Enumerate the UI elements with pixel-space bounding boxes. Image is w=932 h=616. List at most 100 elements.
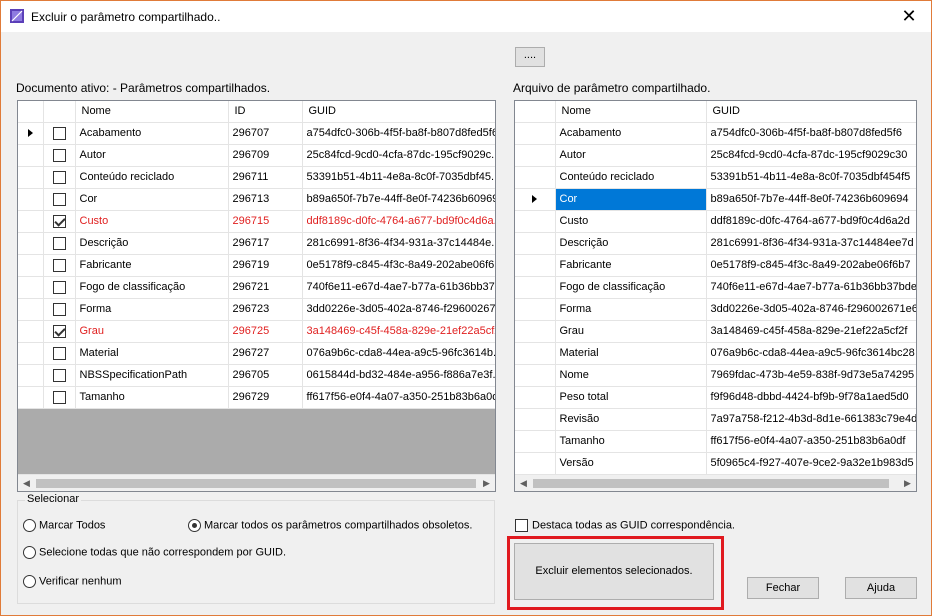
cell-guid[interactable]: ddf8189c-d0fc-4764-a677-bd9f0c4d6a2d bbox=[706, 210, 916, 233]
cell-name[interactable]: Custo bbox=[75, 210, 229, 233]
cell-name[interactable]: Grau bbox=[555, 320, 707, 343]
table-row[interactable]: Nome 7969fdac-473b-4e59-838f-9d73e5a74295 bbox=[515, 364, 916, 387]
cell-name[interactable]: Forma bbox=[555, 298, 707, 321]
row-checkbox[interactable] bbox=[52, 148, 66, 162]
cell-name[interactable]: Fogo de classificação bbox=[555, 276, 707, 299]
table-row[interactable]: Cor b89a650f-7b7e-44ff-8e0f-74236b609694 bbox=[515, 188, 916, 211]
cell-name[interactable]: Versão bbox=[555, 452, 707, 475]
cell-guid[interactable]: 3dd0226e-3d05-402a-8746-f296002671e6 bbox=[706, 298, 916, 321]
scroll-left-icon[interactable]: ◀ bbox=[18, 475, 35, 491]
cell-guid[interactable]: a754dfc0-306b-4f5f-ba8f-b807d8fed5f6 bbox=[302, 122, 495, 145]
table-row[interactable]: Tamanho ff617f56-e0f4-4a07-a350-251b83b6a… bbox=[515, 430, 916, 453]
row-header[interactable] bbox=[18, 210, 44, 233]
cell-name[interactable]: Autor bbox=[75, 144, 229, 167]
table-row[interactable]: Material 076a9b6c-cda8-44ea-a9c5-96fc3614… bbox=[515, 342, 916, 365]
table-row[interactable]: Tamanho 296729 ff617f56-e0f4-4a07-a350-251… bbox=[18, 386, 495, 409]
cell-name[interactable]: Custo bbox=[555, 210, 707, 233]
row-checkbox[interactable] bbox=[52, 192, 66, 206]
row-header[interactable] bbox=[18, 364, 44, 387]
table-row[interactable]: Versão 5f0965c4-f927-407e-9ce2-9a32e1b983… bbox=[515, 452, 916, 475]
table-row[interactable]: Forma 3dd0226e-3d05-402a-8746-f296002671e… bbox=[515, 298, 916, 321]
cell-guid[interactable]: 740f6e11-e67d-4ae7-b77a-61b36bb37bde bbox=[706, 276, 916, 299]
cell-name[interactable]: Descrição bbox=[555, 232, 707, 255]
row-header[interactable] bbox=[18, 276, 44, 299]
table-row[interactable]: Fabricante 296719 0e5178f9-c845-4f3c-8a49-… bbox=[18, 254, 495, 277]
row-header[interactable] bbox=[515, 254, 556, 277]
column-header-name[interactable]: Nome bbox=[555, 101, 707, 123]
cell-name[interactable]: Peso total bbox=[555, 386, 707, 409]
scroll-thumb[interactable] bbox=[533, 479, 889, 488]
checkbox-cell[interactable] bbox=[43, 276, 76, 299]
radio-dot[interactable] bbox=[23, 575, 36, 588]
cell-guid[interactable]: 3dd0226e-3d05-402a-8746-f29600267... bbox=[302, 298, 495, 321]
row-header[interactable] bbox=[18, 298, 44, 321]
cell-guid[interactable]: 3a148469-c45f-458a-829e-21ef22a5cf2f bbox=[706, 320, 916, 343]
table-row[interactable]: Fabricante 0e5178f9-c845-4f3c-8a49-202abe… bbox=[515, 254, 916, 277]
table-row[interactable]: Forma 296723 3dd0226e-3d05-402a-8746-f2960… bbox=[18, 298, 495, 321]
cell-guid[interactable]: a754dfc0-306b-4f5f-ba8f-b807d8fed5f6 bbox=[706, 122, 916, 145]
row-header[interactable] bbox=[18, 342, 44, 365]
row-header[interactable] bbox=[515, 188, 556, 211]
row-checkbox[interactable] bbox=[52, 170, 66, 184]
cell-id[interactable]: 296727 bbox=[228, 342, 303, 365]
cell-name[interactable]: Tamanho bbox=[75, 386, 229, 409]
row-header[interactable] bbox=[515, 430, 556, 453]
checkbox-cell[interactable] bbox=[43, 210, 76, 233]
table-row[interactable]: Grau 3a148469-c45f-458a-829e-21ef22a5cf2f bbox=[515, 320, 916, 343]
table-row[interactable]: Cor 296713 b89a650f-7b7e-44ff-8e0f-74236b6… bbox=[18, 188, 495, 211]
cell-guid[interactable]: 5f0965c4-f927-407e-9ce2-9a32e1b983d5 bbox=[706, 452, 916, 475]
cell-id[interactable]: 296713 bbox=[228, 188, 303, 211]
scroll-left-icon[interactable]: ◀ bbox=[515, 475, 532, 491]
row-header[interactable] bbox=[18, 188, 44, 211]
cell-guid[interactable]: ff617f56-e0f4-4a07-a350-251b83b6a0df bbox=[706, 430, 916, 453]
cell-guid[interactable]: 53391b51-4b11-4e8a-8c0f-7035dbf454f5 bbox=[706, 166, 916, 189]
cell-guid[interactable]: 0e5178f9-c845-4f3c-8a49-202abe06f6b7 bbox=[706, 254, 916, 277]
cell-guid[interactable]: 25c84fcd-9cd0-4cfa-87dc-195cf9029c... bbox=[302, 144, 495, 167]
cell-guid[interactable]: 0615844d-bd32-484e-a956-f886a7e3f... bbox=[302, 364, 495, 387]
table-row[interactable]: Fogo de classificação 296721 740f6e11-e67d… bbox=[18, 276, 495, 299]
cell-id[interactable]: 296725 bbox=[228, 320, 303, 343]
table-row[interactable]: Custo 296715 ddf8189c-d0fc-4764-a677-bd9f0… bbox=[18, 210, 495, 233]
row-header[interactable] bbox=[515, 122, 556, 145]
scroll-right-icon[interactable]: ▶ bbox=[899, 475, 916, 491]
row-header[interactable] bbox=[515, 320, 556, 343]
column-header-id[interactable]: ID bbox=[228, 101, 303, 123]
row-header[interactable] bbox=[18, 254, 44, 277]
cell-guid[interactable]: 53391b51-4b11-4e8a-8c0f-7035dbf45... bbox=[302, 166, 495, 189]
row-header[interactable] bbox=[515, 452, 556, 475]
row-checkbox[interactable] bbox=[52, 324, 66, 338]
column-header-guid[interactable]: GUID bbox=[706, 101, 916, 123]
cell-id[interactable]: 296711 bbox=[228, 166, 303, 189]
cell-name[interactable]: Nome bbox=[555, 364, 707, 387]
checkbox-cell[interactable] bbox=[43, 342, 76, 365]
radio-dot[interactable] bbox=[23, 546, 36, 559]
row-header[interactable] bbox=[18, 232, 44, 255]
table-row[interactable]: Fogo de classificação 740f6e11-e67d-4ae7-… bbox=[515, 276, 916, 299]
table-row[interactable]: NBSSpecificationPath 296705 0615844d-bd32-… bbox=[18, 364, 495, 387]
checkbox[interactable] bbox=[515, 519, 528, 532]
table-row[interactable]: Peso total f9f96d48-dbbd-4424-bf9b-9f78a1… bbox=[515, 386, 916, 409]
checkbox-cell[interactable] bbox=[43, 144, 76, 167]
row-header[interactable] bbox=[18, 166, 44, 189]
table-row[interactable]: Autor 25c84fcd-9cd0-4cfa-87dc-195cf9029c3… bbox=[515, 144, 916, 167]
radio-dot[interactable] bbox=[188, 519, 201, 532]
column-header-name[interactable]: Nome bbox=[75, 101, 229, 123]
cell-guid[interactable]: b89a650f-7b7e-44ff-8e0f-74236b609694 bbox=[706, 188, 916, 211]
table-row[interactable]: Descrição 296717 281c6991-8f36-4f34-931a-3… bbox=[18, 232, 495, 255]
right-grid-hscrollbar[interactable]: ◀ ▶ bbox=[515, 474, 916, 491]
row-header[interactable] bbox=[515, 364, 556, 387]
cell-id[interactable]: 296715 bbox=[228, 210, 303, 233]
cell-name[interactable]: Cor bbox=[75, 188, 229, 211]
radio-check-none[interactable]: Verificar nenhum bbox=[23, 575, 122, 588]
table-row[interactable]: Autor 296709 25c84fcd-9cd0-4cfa-87dc-195cf… bbox=[18, 144, 495, 167]
left-grid-hscrollbar[interactable]: ◀ ▶ bbox=[18, 474, 495, 491]
cell-name[interactable]: Fogo de classificação bbox=[75, 276, 229, 299]
cell-guid[interactable]: 0e5178f9-c845-4f3c-8a49-202abe06f6... bbox=[302, 254, 495, 277]
cell-id[interactable]: 296707 bbox=[228, 122, 303, 145]
table-row[interactable]: Descrição 281c6991-8f36-4f34-931a-37c1448… bbox=[515, 232, 916, 255]
cell-name[interactable]: Acabamento bbox=[75, 122, 229, 145]
table-row[interactable]: Material 296727 076a9b6c-cda8-44ea-a9c5-96… bbox=[18, 342, 495, 365]
cell-guid[interactable]: f9f96d48-dbbd-4424-bf9b-9f78a1aed5d0 bbox=[706, 386, 916, 409]
row-header[interactable] bbox=[515, 144, 556, 167]
row-checkbox[interactable] bbox=[52, 368, 66, 382]
